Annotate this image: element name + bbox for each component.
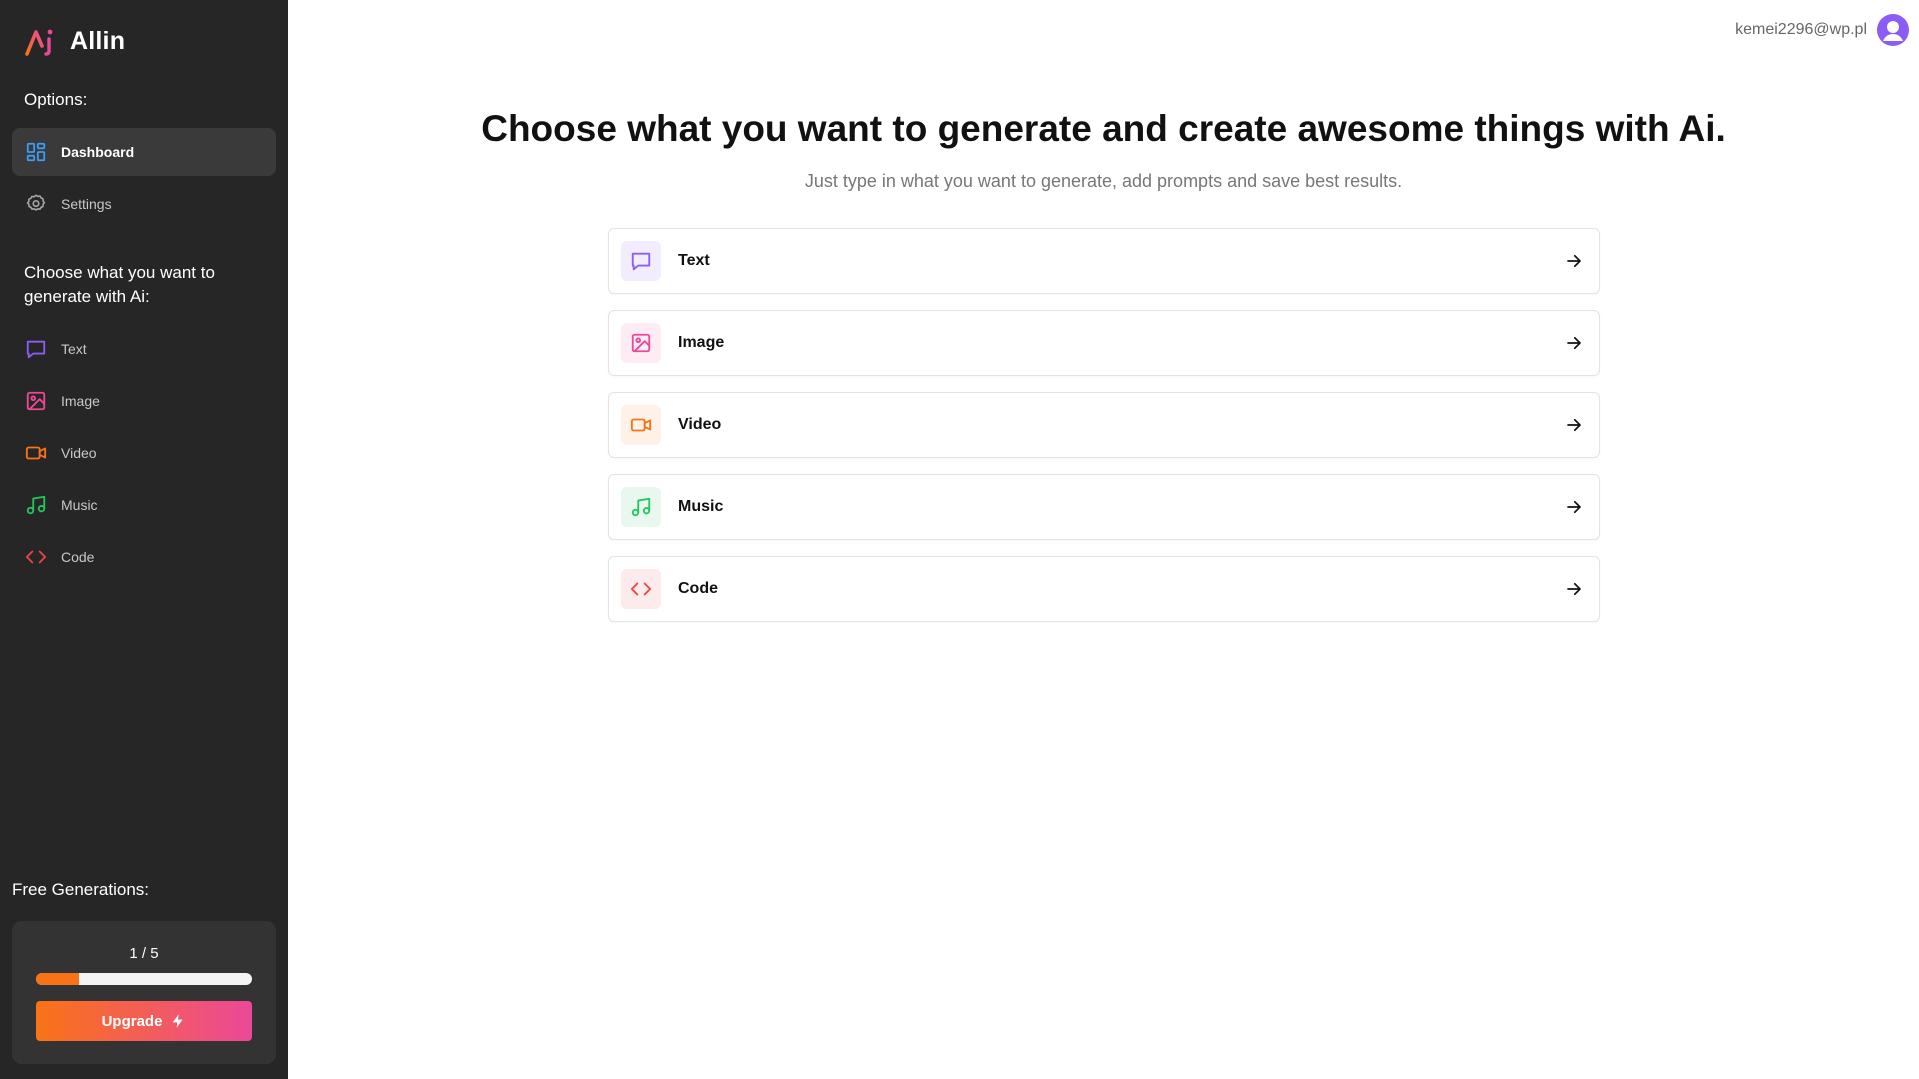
upgrade-button[interactable]: Upgrade: [36, 1001, 252, 1041]
free-generations-count: 1 / 5: [129, 945, 159, 962]
upgrade-label: Upgrade: [101, 1012, 163, 1030]
card-label: Code: [678, 580, 718, 597]
sidebar-item-label: Settings: [61, 196, 112, 212]
brand[interactable]: Allin: [24, 24, 125, 58]
generate-card-code[interactable]: Code: [608, 556, 1600, 622]
arrow-right-icon: [1563, 332, 1585, 354]
arrow-right-icon: [1563, 250, 1585, 272]
page-title: Choose what you want to generate and cre…: [481, 108, 1726, 149]
user-email: kemei2296@wp.pl: [1735, 21, 1867, 38]
user-menu[interactable]: kemei2296@wp.pl: [1735, 14, 1909, 46]
arrow-right-icon: [1563, 578, 1585, 600]
progress-fill: [36, 973, 80, 985]
code-icon: [24, 545, 48, 569]
music-icon: [621, 487, 661, 527]
generate-label: Choose what you want to generate with Ai…: [24, 263, 215, 306]
sidebar-item-label: Code: [61, 549, 95, 565]
generate-card-image[interactable]: Image: [608, 310, 1600, 376]
brand-name: Allin: [70, 26, 126, 55]
sidebar-item-settings[interactable]: Settings: [12, 180, 276, 228]
options-label: Options:: [24, 90, 88, 109]
arrow-right-icon: [1563, 496, 1585, 518]
sidebar-item-code[interactable]: Code: [12, 533, 276, 581]
image-icon: [621, 323, 661, 363]
generate-card-video[interactable]: Video: [608, 392, 1600, 458]
sidebar-item-video[interactable]: Video: [12, 429, 276, 477]
free-generations-label: Free Generations:: [12, 880, 150, 899]
sidebar: Allin Options: Dashboard Settings Choose…: [0, 0, 288, 1079]
user-icon: [1883, 21, 1903, 41]
dashboard-icon: [24, 140, 48, 164]
page-subtitle: Just type in what you want to generate, …: [804, 171, 1403, 191]
sidebar-item-label: Dashboard: [61, 144, 135, 160]
chat-icon: [24, 337, 48, 361]
card-label: Video: [678, 416, 722, 433]
sidebar-item-label: Text: [61, 341, 87, 357]
free-generations-card: 1 / 5 Upgrade: [12, 921, 276, 1064]
video-icon: [621, 405, 661, 445]
card-label: Music: [678, 498, 724, 515]
music-icon: [24, 493, 48, 517]
chat-icon: [621, 241, 661, 281]
arrow-right-icon: [1563, 414, 1585, 436]
image-icon: [24, 389, 48, 413]
sidebar-item-image[interactable]: Image: [12, 377, 276, 425]
card-label: Text: [678, 252, 710, 269]
gear-icon: [24, 192, 48, 216]
avatar[interactable]: [1877, 14, 1909, 46]
generate-card-music[interactable]: Music: [608, 474, 1600, 540]
lightning-icon: [173, 1014, 184, 1028]
code-icon: [621, 569, 661, 609]
sidebar-item-text[interactable]: Text: [12, 325, 276, 373]
sidebar-item-label: Music: [61, 497, 98, 513]
video-icon: [24, 441, 48, 465]
card-label: Image: [678, 334, 725, 351]
free-generations-progress: [36, 973, 252, 985]
sidebar-item-dashboard[interactable]: Dashboard: [12, 128, 276, 176]
sidebar-item-music[interactable]: Music: [12, 481, 276, 529]
sidebar-item-label: Image: [61, 393, 100, 409]
sidebar-item-label: Video: [61, 445, 97, 461]
generate-card-text[interactable]: Text: [608, 228, 1600, 294]
allin-logo-icon: [25, 29, 53, 56]
